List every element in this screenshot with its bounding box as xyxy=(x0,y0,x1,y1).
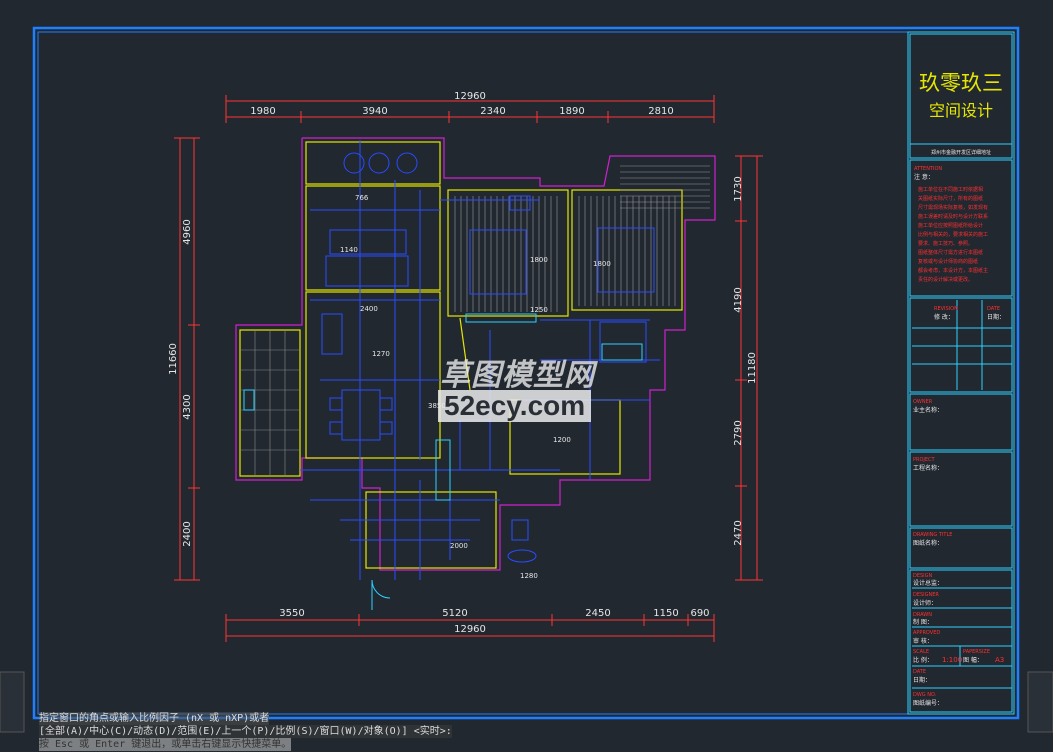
attention-note-line: 施工单位应按照图纸所给设计 xyxy=(918,222,983,229)
owner-label: 业主名称： xyxy=(913,406,943,414)
papersize-value: A3 xyxy=(995,656,1004,664)
date2-label: 日期： xyxy=(913,676,931,684)
dim-top-seg-2: 3940 xyxy=(362,106,387,117)
dim-left-total: 11660 xyxy=(168,343,179,375)
dim-right-seg-3: 2790 xyxy=(733,420,744,445)
dim-left-seg-1: 4960 xyxy=(182,219,193,244)
command-prompt-line[interactable]: 按 Esc 或 Enter 键退出，或单击右键显示快捷菜单。 xyxy=(39,738,292,751)
scale-value: 1:100 xyxy=(942,656,962,664)
dim-right-seg-1: 1730 xyxy=(733,176,744,201)
dim-right-seg-4: 2470 xyxy=(733,520,744,545)
attention-note-line: 关图纸实际尺寸，所有的图纸 xyxy=(918,195,983,202)
dim-bottom-total: 12960 xyxy=(454,624,486,635)
dim-bottom-seg-5: 690 xyxy=(690,608,709,619)
drawing-canvas[interactable]: 玖零玖三 空间设计 郑州市金融开发区详细地址 ATTENTION 注 意： 施工… xyxy=(0,0,1053,752)
sheet-inner-frame xyxy=(37,31,1015,715)
attention-note-line: 施工误差时请及时与设计方联系 xyxy=(918,213,988,220)
attention-note-line: 复核或与设计师协商的图纸 xyxy=(918,258,978,265)
dim-right-total: 11180 xyxy=(747,352,758,384)
attention-note-line: 要求、施工技巧、参照。 xyxy=(918,240,973,247)
company-name-line2: 空间设计 xyxy=(929,101,993,120)
designer-title: DESIGN xyxy=(913,573,933,579)
drawing-title-label: 图纸名称： xyxy=(913,539,943,547)
attention-label: 注 意： xyxy=(914,173,934,181)
approved-title: APPROVED xyxy=(913,630,940,636)
attention-note-line: 都会考虑，本设计方，本图纸主 xyxy=(918,267,988,274)
dim-bottom-seg-3: 2450 xyxy=(585,608,610,619)
room-dimension-label: 1250 xyxy=(530,306,548,314)
command-line[interactable]: 指定窗口的角点或输入比例因子 (nX 或 nXP)或者 [全部(A)/中心(C)… xyxy=(36,712,1016,752)
revision-label: 修 改： xyxy=(934,313,954,321)
company-address: 郑州市金融开发区详细地址 xyxy=(931,149,991,156)
dim-bottom-seg-4: 1150 xyxy=(653,608,678,619)
owner-title: OWNER xyxy=(913,399,933,405)
design2-label: 设计师： xyxy=(913,599,937,607)
attention-note-line: 图纸整体尺寸需方进行本图纸 xyxy=(918,249,983,256)
right-side-panel xyxy=(1027,671,1053,733)
scale-title: SCALE xyxy=(913,649,929,655)
dim-top-seg-4: 1890 xyxy=(559,106,584,117)
attention-note-line: 责任的设计解决或更改。 xyxy=(918,276,973,283)
dim-left-seg-3: 2400 xyxy=(182,521,193,546)
room-dimension-label: 2400 xyxy=(360,305,378,313)
room-dimension-label: 3850 xyxy=(428,402,446,410)
room-dimension-label: 1280 xyxy=(520,572,538,580)
approved-label: 审 核： xyxy=(913,637,933,645)
drawing-title-en: DRAWING TITLE xyxy=(913,532,952,538)
drawn-label: 制 图： xyxy=(913,618,933,626)
room-dimension-label: 1270 xyxy=(372,350,390,358)
revision-title: REVISION xyxy=(934,306,958,312)
drawn-title: DRAWN xyxy=(913,612,932,618)
company-name-line1: 玖零玖三 xyxy=(919,71,1003,95)
date2-title: DATE xyxy=(913,669,926,675)
plan-outline xyxy=(235,137,716,571)
attention-title: ATTENTION xyxy=(914,166,942,172)
attention-note-line: 施工单位在不同施工时依据相 xyxy=(918,186,983,193)
papersize-label: 图 幅： xyxy=(963,656,983,664)
room-dimension-label: 2000 xyxy=(450,542,468,550)
dimension-lines xyxy=(174,95,763,642)
scale-label: 比 例： xyxy=(913,656,933,664)
command-history-line-2: [全部(A)/中心(C)/动态(D)/范围(E)/上一个(P)/比例(S)/窗口… xyxy=(39,725,452,738)
dim-right-seg-2: 4190 xyxy=(733,287,744,312)
dim-bottom-seg-1: 3550 xyxy=(279,608,304,619)
room-dimension-label: 766 xyxy=(355,194,369,202)
attention-note-line: 尺寸需现场实际复核，如发现有 xyxy=(918,204,988,211)
dim-left-seg-2: 4300 xyxy=(182,394,193,419)
dim-top-seg-3: 2340 xyxy=(480,106,505,117)
date-label: 日期： xyxy=(987,313,1005,321)
attention-note-line: 比例与相关的，要求相关的施工 xyxy=(918,231,988,238)
designer-label: 设计总监： xyxy=(913,579,943,587)
dwg-title: DWG NO. xyxy=(913,692,937,698)
room-dimension-label: 1200 xyxy=(553,436,571,444)
project-title: PROJECT xyxy=(913,457,936,463)
floor-plan: 766 1140 2400 1270 3850 1200 2000 1280 1800 1800 1… xyxy=(235,137,716,610)
room-dimension-label: 1140 xyxy=(340,246,358,254)
left-side-panel xyxy=(0,671,25,733)
date-title: DATE xyxy=(987,306,1000,312)
dim-top-total: 12960 xyxy=(454,91,486,102)
sheet-outer-frame xyxy=(32,26,1020,720)
dim-top-seg-1: 1980 xyxy=(250,106,275,117)
command-history-line-1: 指定窗口的角点或输入比例因子 (nX 或 nXP)或者 xyxy=(39,712,270,725)
dim-bottom-seg-2: 5120 xyxy=(442,608,467,619)
room-dimension-label: 1800 xyxy=(530,256,548,264)
attention-notes: 施工单位在不同施工时依据相关图纸实际尺寸，所有的图纸尺寸需现场实际复核，如发现有… xyxy=(918,186,988,283)
design2-title: DESIGNER xyxy=(913,592,939,598)
dim-top-seg-5: 2810 xyxy=(648,106,673,117)
room-dimension-label: 1800 xyxy=(593,260,611,268)
dwg-label: 图纸编号： xyxy=(913,699,943,707)
project-label: 工程名称： xyxy=(913,464,943,472)
papersize-title: PAPERSIZE xyxy=(963,649,990,655)
